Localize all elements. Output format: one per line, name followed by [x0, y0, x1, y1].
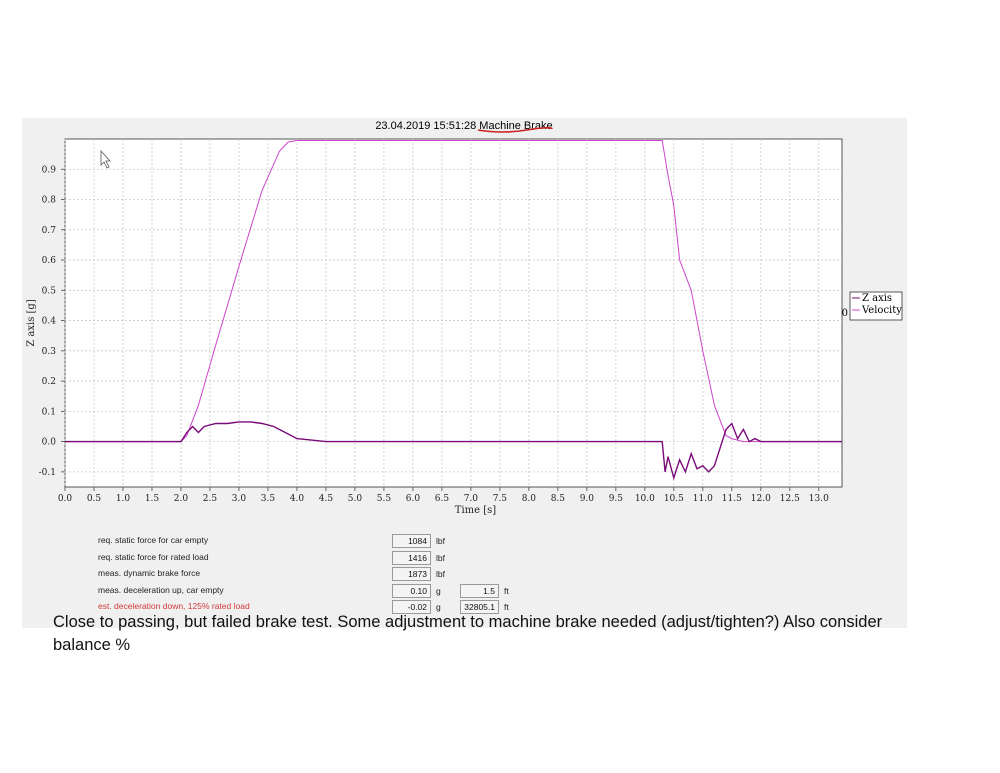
- y-tick-label: 0.1: [42, 407, 56, 417]
- measurement-label: meas. deceleration up, car empty: [98, 585, 224, 595]
- x-tick-label: 1.5: [145, 494, 160, 504]
- x-tick-label: 13.0: [809, 494, 829, 504]
- note-text: Close to passing, but failed brake test.…: [53, 613, 883, 654]
- measurement-unit: g: [436, 586, 441, 596]
- measurement-label: est. deceleration down, 125% rated load: [98, 601, 250, 611]
- measurement-distance-field[interactable]: 1.5: [460, 584, 499, 598]
- measurement-label: meas. dynamic brake force: [98, 568, 201, 578]
- x-tick-label: 3.0: [232, 494, 247, 504]
- x-tick-label: 4.5: [319, 494, 334, 504]
- x-tick-label: 6.0: [406, 494, 421, 504]
- x-tick-label: 8.5: [551, 494, 566, 504]
- plot-area: 0.9 0.8 0.7 0.6 0.5 0.4 0.3 0.2 0.1 0.0 -0.1 0.0 0.5…: [26, 138, 843, 516]
- y-tick-label: 0.9: [42, 165, 57, 175]
- measurement-unit: lbf: [436, 536, 445, 546]
- x-tick-label: 9.0: [580, 494, 595, 504]
- x-tick-label: 0.0: [58, 494, 73, 504]
- y-tick-label: 0.6: [42, 256, 57, 266]
- x-tick-label: 4.0: [290, 494, 305, 504]
- legend-label: Z axis: [862, 293, 892, 304]
- x-tick-label: 11.5: [722, 494, 742, 504]
- x-tick-label: 0.5: [87, 494, 102, 504]
- x-tick-label: 2.5: [203, 494, 218, 504]
- measurement-value-field[interactable]: 1416: [392, 551, 431, 565]
- y-tick-label: 0.2: [42, 377, 56, 387]
- legend: 0 Z axisVelocity: [842, 291, 903, 321]
- y-tick-label: 0.8: [42, 196, 57, 206]
- measurement-value-field[interactable]: 1873: [392, 567, 431, 581]
- x-tick-label: 11.0: [693, 494, 713, 504]
- measurement-distance-unit: ft: [504, 586, 509, 596]
- x-tick-label: 1.0: [116, 494, 131, 504]
- x-tick-label: 3.5: [261, 494, 276, 504]
- x-tick-label: 10.5: [664, 494, 684, 504]
- x-tick-label: 7.5: [493, 494, 508, 504]
- x-tick-label: 5.0: [348, 494, 363, 504]
- y-tick-label: 0.5: [42, 286, 57, 296]
- measurement-unit: lbf: [436, 569, 445, 579]
- y-tick-label: 0.7: [42, 226, 57, 236]
- y-tick-label: 0.4: [42, 317, 57, 327]
- x-tick-label: 12.0: [751, 494, 771, 504]
- x-tick-label: 7.0: [464, 494, 479, 504]
- x-tick-label: 12.5: [780, 494, 800, 504]
- measurement-label: req. static force for rated load: [98, 552, 209, 562]
- x-tick-label: 10.0: [635, 494, 655, 504]
- legend-label: Velocity: [861, 305, 902, 316]
- x-tick-label: 2.0: [174, 494, 189, 504]
- measurement-label: req. static force for car empty: [98, 535, 209, 545]
- measurement-value-field[interactable]: 1084: [392, 534, 431, 548]
- measurement-unit: lbf: [436, 553, 445, 563]
- y-tick-label: 0.3: [42, 347, 57, 357]
- x-tick-label: 9.5: [609, 494, 624, 504]
- x-tick-label: 6.5: [435, 494, 450, 504]
- y-axis-label: Z axis [g]: [26, 299, 37, 347]
- x-tick-label: 5.5: [377, 494, 392, 504]
- y-tick-label: -0.1: [39, 468, 56, 478]
- x-axis-label: Time [s]: [455, 505, 496, 516]
- y-tick-label: 0.0: [42, 438, 57, 448]
- measurement-value-field[interactable]: 0.10: [392, 584, 431, 598]
- x-tick-label: 8.0: [522, 494, 537, 504]
- legend-zero-label: 0: [842, 308, 848, 319]
